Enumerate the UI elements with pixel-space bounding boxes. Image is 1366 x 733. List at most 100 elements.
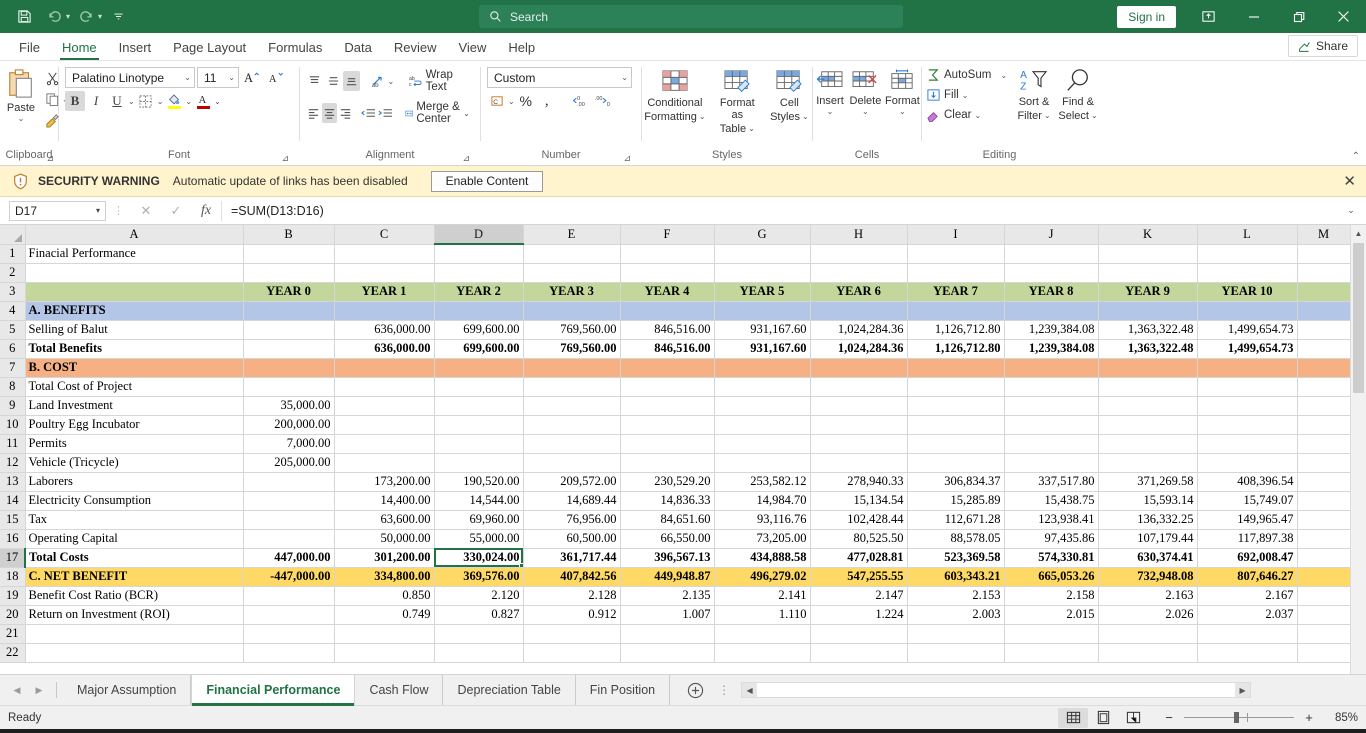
cell-C5[interactable]: 636,000.00 bbox=[334, 320, 434, 339]
cell-M8[interactable] bbox=[1297, 377, 1350, 396]
cell-C3[interactable]: YEAR 1 bbox=[334, 282, 434, 301]
ribbon-display-options-icon[interactable] bbox=[1186, 0, 1231, 33]
cell-B17[interactable]: 447,000.00 bbox=[243, 548, 334, 567]
horizontal-scroll-thumb[interactable] bbox=[757, 684, 1212, 696]
collapse-ribbon-icon[interactable]: ⌃ bbox=[1352, 151, 1360, 162]
cell-F21[interactable] bbox=[620, 624, 714, 643]
tab-file[interactable]: File bbox=[8, 37, 51, 60]
sort-filter-button[interactable]: A Z Sort & Filter ⌄ bbox=[1013, 65, 1055, 122]
cell-I17[interactable]: 523,369.58 bbox=[907, 548, 1004, 567]
cell-L15[interactable]: 149,965.47 bbox=[1197, 510, 1297, 529]
underline-dropdown-icon[interactable]: ⌄ bbox=[128, 97, 135, 106]
cell-C21[interactable] bbox=[334, 624, 434, 643]
clipboard-dialog-launcher[interactable]: ⊿ bbox=[46, 151, 54, 165]
cell-F20[interactable]: 1.007 bbox=[620, 605, 714, 624]
sheet-tab-fin-position[interactable]: Fin Position bbox=[576, 675, 670, 705]
row-header-11[interactable]: 11 bbox=[0, 434, 25, 453]
cell-K13[interactable]: 371,269.58 bbox=[1098, 472, 1197, 491]
cell-A5[interactable]: Selling of Balut bbox=[25, 320, 243, 339]
normal-view-icon[interactable] bbox=[1058, 708, 1088, 728]
minimize-icon[interactable] bbox=[1231, 0, 1276, 33]
align-bottom-icon[interactable] bbox=[343, 71, 360, 91]
cell-H8[interactable] bbox=[810, 377, 907, 396]
row-header-22[interactable]: 22 bbox=[0, 643, 25, 662]
sign-in-button[interactable]: Sign in bbox=[1117, 6, 1176, 28]
page-break-preview-icon[interactable] bbox=[1118, 708, 1148, 728]
cell-A13[interactable]: Laborers bbox=[25, 472, 243, 491]
wrap-text-button[interactable]: abc Wrap Text bbox=[405, 67, 474, 95]
cell-B15[interactable] bbox=[243, 510, 334, 529]
cell-L17[interactable]: 692,008.47 bbox=[1197, 548, 1297, 567]
cell-H12[interactable] bbox=[810, 453, 907, 472]
cell-G2[interactable] bbox=[714, 263, 810, 282]
cell-J3[interactable]: YEAR 8 bbox=[1004, 282, 1098, 301]
cell-K20[interactable]: 2.026 bbox=[1098, 605, 1197, 624]
cell-G6[interactable]: 931,167.60 bbox=[714, 339, 810, 358]
cell-C16[interactable]: 50,000.00 bbox=[334, 529, 434, 548]
cell-I10[interactable] bbox=[907, 415, 1004, 434]
cell-G19[interactable]: 2.141 bbox=[714, 586, 810, 605]
cell-D17[interactable]: 330,024.00 bbox=[434, 548, 523, 567]
increase-decimal-icon[interactable]: .000 bbox=[592, 91, 616, 111]
cell-C14[interactable]: 14,400.00 bbox=[334, 491, 434, 510]
tab-insert[interactable]: Insert bbox=[108, 37, 163, 60]
cell-L12[interactable] bbox=[1197, 453, 1297, 472]
cell-M7[interactable] bbox=[1297, 358, 1350, 377]
cell-J14[interactable]: 15,438.75 bbox=[1004, 491, 1098, 510]
insert-function-icon[interactable]: fx bbox=[191, 203, 221, 219]
cell-J15[interactable]: 123,938.41 bbox=[1004, 510, 1098, 529]
find-select-dropdown-icon[interactable]: ⌄ bbox=[1091, 110, 1098, 122]
row-header-12[interactable]: 12 bbox=[0, 453, 25, 472]
cell-A18[interactable]: C. NET BENEFIT bbox=[25, 567, 243, 586]
cell-I8[interactable] bbox=[907, 377, 1004, 396]
insert-cells-button[interactable]: Insert ⌄ bbox=[813, 66, 847, 116]
cell-J9[interactable] bbox=[1004, 396, 1098, 415]
row-header-2[interactable]: 2 bbox=[0, 263, 25, 282]
column-header-j[interactable]: J bbox=[1004, 225, 1098, 244]
cell-F10[interactable] bbox=[620, 415, 714, 434]
cell-L4[interactable] bbox=[1197, 301, 1297, 320]
cell-C20[interactable]: 0.749 bbox=[334, 605, 434, 624]
cell-J12[interactable] bbox=[1004, 453, 1098, 472]
orientation-icon[interactable]: ab bbox=[369, 71, 386, 91]
cell-E5[interactable]: 769,560.00 bbox=[523, 320, 620, 339]
accounting-format-icon[interactable]: C bbox=[487, 91, 507, 111]
cell-F6[interactable]: 846,516.00 bbox=[620, 339, 714, 358]
row-header-3[interactable]: 3 bbox=[0, 282, 25, 301]
cell-I19[interactable]: 2.153 bbox=[907, 586, 1004, 605]
cell-H4[interactable] bbox=[810, 301, 907, 320]
cell-D11[interactable] bbox=[434, 434, 523, 453]
row-header-19[interactable]: 19 bbox=[0, 586, 25, 605]
cell-E8[interactable] bbox=[523, 377, 620, 396]
cell-A15[interactable]: Tax bbox=[25, 510, 243, 529]
cell-I14[interactable]: 15,285.89 bbox=[907, 491, 1004, 510]
cell-D13[interactable]: 190,520.00 bbox=[434, 472, 523, 491]
cell-B6[interactable] bbox=[243, 339, 334, 358]
cell-A12[interactable]: Vehicle (Tricycle) bbox=[25, 453, 243, 472]
cell-D7[interactable] bbox=[434, 358, 523, 377]
cell-G8[interactable] bbox=[714, 377, 810, 396]
cell-K18[interactable]: 732,948.08 bbox=[1098, 567, 1197, 586]
cell-M5[interactable] bbox=[1297, 320, 1350, 339]
cell-C15[interactable]: 63,600.00 bbox=[334, 510, 434, 529]
cell-M12[interactable] bbox=[1297, 453, 1350, 472]
column-header-f[interactable]: F bbox=[620, 225, 714, 244]
insert-cells-dropdown-icon[interactable]: ⌄ bbox=[827, 107, 834, 116]
cell-M22[interactable] bbox=[1297, 643, 1350, 662]
number-dialog-launcher[interactable]: ⊿ bbox=[623, 151, 631, 165]
sheet-tab-depreciation-table[interactable]: Depreciation Table bbox=[443, 675, 575, 705]
percent-style-button[interactable]: % bbox=[516, 91, 536, 111]
cell-I21[interactable] bbox=[907, 624, 1004, 643]
cell-L10[interactable] bbox=[1197, 415, 1297, 434]
cell-L14[interactable]: 15,749.07 bbox=[1197, 491, 1297, 510]
cell-D3[interactable]: YEAR 2 bbox=[434, 282, 523, 301]
cell-F5[interactable]: 846,516.00 bbox=[620, 320, 714, 339]
cell-I22[interactable] bbox=[907, 643, 1004, 662]
row-header-14[interactable]: 14 bbox=[0, 491, 25, 510]
cell-G15[interactable]: 93,116.76 bbox=[714, 510, 810, 529]
cell-D16[interactable]: 55,000.00 bbox=[434, 529, 523, 548]
cell-J16[interactable]: 97,435.86 bbox=[1004, 529, 1098, 548]
number-format-dropdown-icon[interactable]: ⌄ bbox=[617, 73, 628, 82]
row-header-13[interactable]: 13 bbox=[0, 472, 25, 491]
cell-B13[interactable] bbox=[243, 472, 334, 491]
